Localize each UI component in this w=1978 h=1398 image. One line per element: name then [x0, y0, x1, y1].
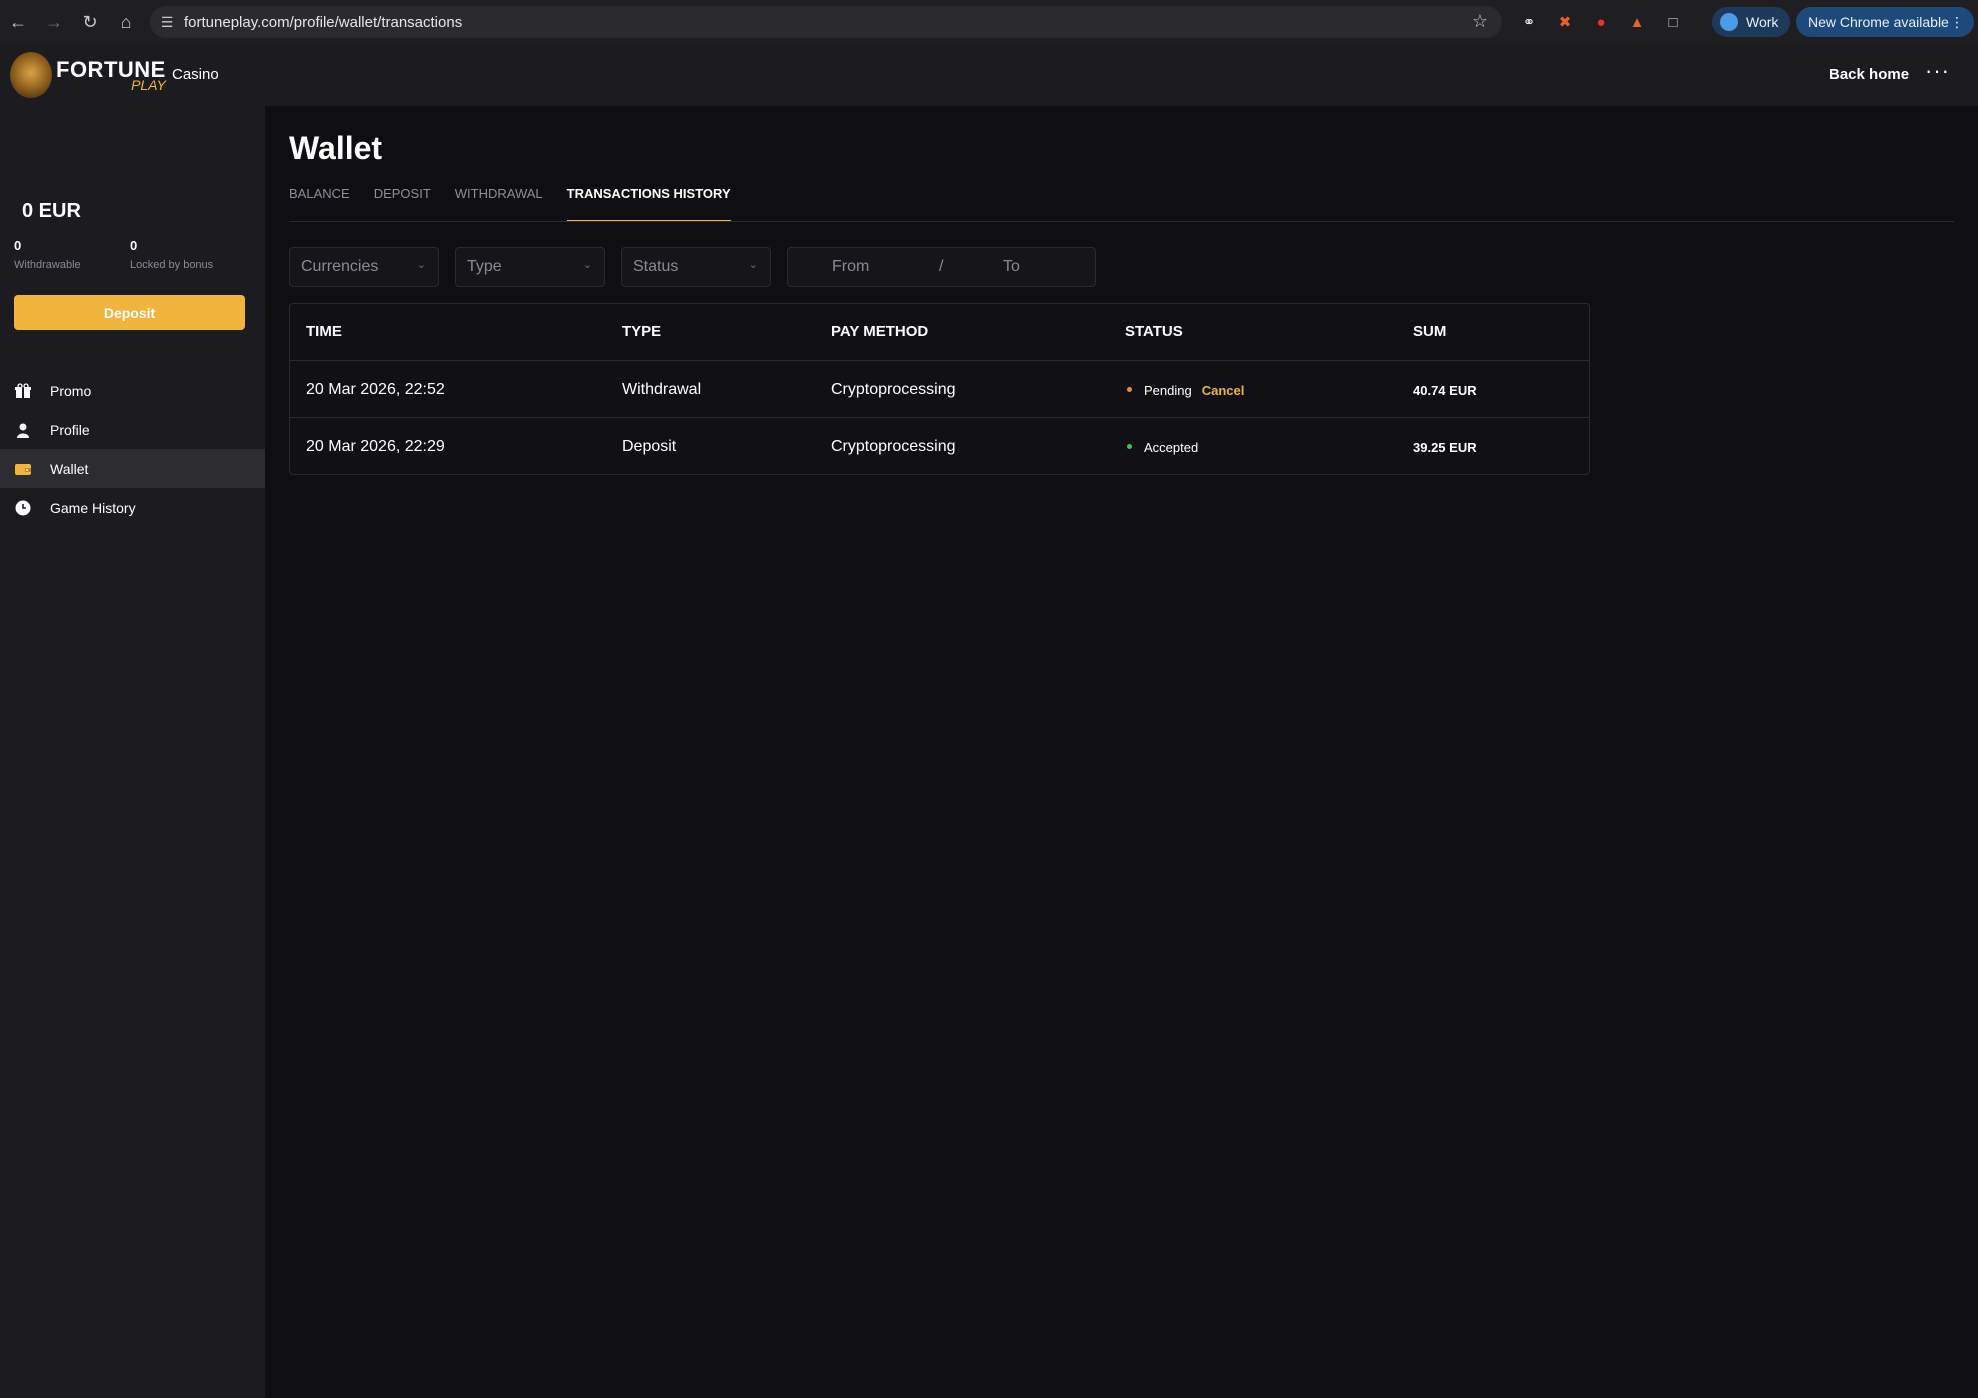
- tab-deposit[interactable]: DEPOSIT: [374, 186, 431, 222]
- sidebar-item-label: Profile: [50, 421, 90, 438]
- fortune-play-logo[interactable]: FORTUNE PLAY: [10, 52, 166, 98]
- profile-chip[interactable]: Work: [1712, 7, 1791, 37]
- locked-value: 0: [130, 238, 138, 253]
- withdrawable-balance: 0 Withdrawable: [14, 238, 81, 271]
- date-range-picker[interactable]: From / To: [787, 247, 1096, 287]
- tab-balance[interactable]: BALANCE: [289, 186, 350, 222]
- sidebar-item-label: Game History: [50, 499, 136, 516]
- chrome-update-label: New Chrome available: [1808, 14, 1949, 30]
- chevron-down-icon: ⌄: [582, 259, 592, 271]
- sidebar-item-label: Promo: [50, 382, 92, 399]
- row-status: Accepted: [1127, 440, 1198, 455]
- row-type: Deposit: [622, 438, 677, 455]
- wallet-tabs: BALANCE DEPOSIT WITHDRAWAL TRANSACTIONS …: [289, 186, 755, 222]
- sidebar: 0 EUR 0 Withdrawable 0 Locked by bonus D…: [0, 106, 265, 1398]
- site-settings-icon[interactable]: ☰: [150, 14, 184, 31]
- reload-icon[interactable]: ↻: [72, 0, 108, 44]
- extension-fox-icon[interactable]: ▲: [1627, 12, 1647, 32]
- locked-balance: 0 Locked by bonus: [130, 238, 213, 271]
- header-pay-method: PAY METHOD: [831, 323, 929, 340]
- home-icon[interactable]: ⌂: [108, 0, 144, 44]
- type-select[interactable]: Type ⌄: [455, 247, 605, 287]
- status-select-label: Status: [633, 258, 679, 275]
- profile-label: Work: [1746, 14, 1779, 30]
- tabs-divider: [289, 221, 1954, 222]
- site-header: FORTUNE PLAY Casino Back home ···: [0, 44, 1978, 106]
- transactions-table: TIME TYPE PAY METHOD STATUS SUM 20 Mar 2…: [289, 303, 1590, 475]
- extension-x-icon[interactable]: ✖: [1555, 12, 1575, 32]
- page-title: Wallet: [289, 130, 383, 166]
- user-icon: [14, 421, 32, 439]
- table-header: TIME TYPE PAY METHOD STATUS SUM: [290, 304, 1589, 361]
- status-pending-dot-icon: [1127, 387, 1132, 393]
- currencies-select[interactable]: Currencies ⌄: [289, 247, 439, 287]
- header-type: TYPE: [622, 323, 662, 340]
- row-sum: 39.25 EUR: [1413, 440, 1477, 455]
- balance-amount: 0 EUR: [22, 200, 81, 222]
- sidebar-item-promo[interactable]: Promo: [0, 371, 265, 410]
- status-accepted-dot-icon: [1127, 444, 1132, 450]
- bookmark-star-icon[interactable]: ☆: [1472, 11, 1488, 32]
- address-bar[interactable]: ☰ fortuneplay.com/profile/wallet/transac…: [150, 6, 1502, 38]
- cancel-withdrawal-link[interactable]: Cancel: [1202, 383, 1245, 398]
- extensions-puzzle-icon[interactable]: □: [1663, 12, 1683, 32]
- gift-icon: [14, 382, 32, 400]
- header-status: STATUS: [1125, 323, 1183, 340]
- status-label: Pending: [1144, 383, 1192, 398]
- profile-avatar-icon: [1720, 13, 1738, 31]
- status-select[interactable]: Status ⌄: [621, 247, 771, 287]
- lion-logo-icon: [10, 52, 52, 98]
- withdrawable-value: 0: [14, 238, 22, 253]
- wallet-icon: [14, 460, 32, 478]
- sidebar-item-profile[interactable]: Profile: [0, 410, 265, 449]
- sidebar-item-game-history[interactable]: Game History: [0, 488, 265, 527]
- sidebar-deposit-button[interactable]: Deposit: [14, 295, 245, 330]
- back-home-link[interactable]: Back home: [1829, 66, 1909, 83]
- row-pay-method: Cryptoprocessing: [831, 438, 956, 455]
- row-type: Withdrawal: [622, 381, 702, 398]
- row-status: Pending Cancel: [1127, 383, 1244, 398]
- header-time: TIME: [306, 323, 342, 340]
- header-sum: SUM: [1413, 323, 1447, 340]
- chevron-down-icon: ⌄: [416, 259, 426, 271]
- date-range-separator: /: [939, 258, 944, 275]
- type-select-label: Type: [467, 258, 502, 275]
- chrome-menu-icon[interactable]: ⋮: [1950, 14, 1964, 31]
- casino-nav-link[interactable]: Casino: [172, 66, 219, 83]
- forward-arrow-icon[interactable]: →: [36, 0, 72, 44]
- row-time: 20 Mar 2026, 22:29: [306, 438, 445, 455]
- locked-label: Locked by bonus: [130, 259, 214, 271]
- extension-link-icon[interactable]: ⚭: [1519, 12, 1539, 32]
- row-sum: 40.74 EUR: [1413, 383, 1477, 398]
- sidebar-item-label: Wallet: [50, 460, 89, 477]
- extension-badge-icon[interactable]: ●: [1591, 12, 1611, 32]
- withdrawable-label: Withdrawable: [14, 259, 81, 271]
- row-pay-method: Cryptoprocessing: [831, 381, 956, 398]
- row-time: 20 Mar 2026, 22:52: [306, 381, 445, 398]
- back-arrow-icon[interactable]: ←: [0, 0, 36, 44]
- chrome-update-button[interactable]: New Chrome available ⋮: [1796, 7, 1974, 37]
- address-url[interactable]: fortuneplay.com/profile/wallet/transacti…: [184, 14, 462, 31]
- more-options-icon[interactable]: ···: [1925, 58, 1950, 84]
- tab-transactions-history[interactable]: TRANSACTIONS HISTORY: [566, 186, 731, 222]
- currencies-select-label: Currencies: [301, 258, 379, 275]
- browser-toolbar: ← → ↻ ⌂ ☰ fortuneplay.com/profile/wallet…: [0, 0, 1978, 44]
- date-from-input[interactable]: From: [832, 258, 869, 276]
- clock-icon: [14, 499, 32, 517]
- sidebar-item-wallet[interactable]: Wallet: [0, 449, 265, 488]
- table-row: 20 Mar 2026, 22:29 Deposit Cryptoprocess…: [290, 418, 1589, 475]
- date-to-input[interactable]: To: [1003, 258, 1020, 276]
- chevron-down-icon: ⌄: [748, 259, 758, 271]
- sidebar-menu: Promo Profile Wallet Game History: [0, 371, 265, 527]
- table-row: 20 Mar 2026, 22:52 Withdrawal Cryptoproc…: [290, 361, 1589, 418]
- tab-withdrawal[interactable]: WITHDRAWAL: [455, 186, 543, 222]
- status-label: Accepted: [1144, 440, 1199, 455]
